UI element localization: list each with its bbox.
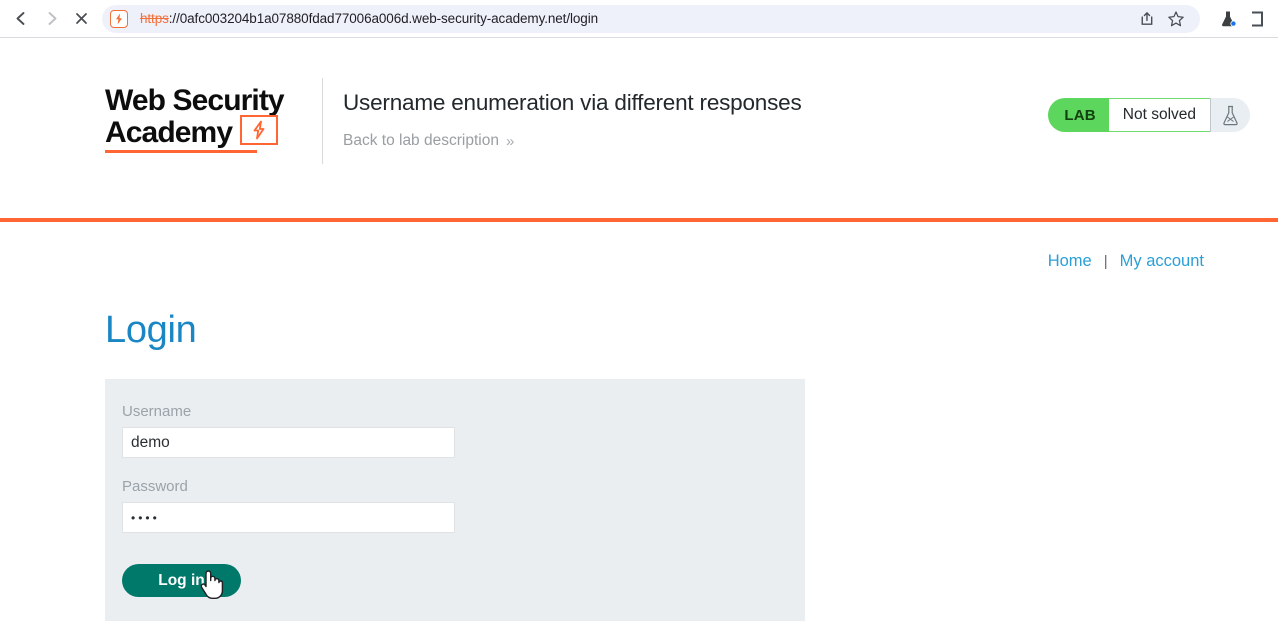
login-form-panel: Username demo Password •••• Log in — [105, 379, 805, 621]
url-rest: ://0afc003204b1a07880fdad77006a006d.web-… — [168, 11, 599, 26]
lightning-bolt-icon — [240, 115, 279, 146]
back-arrow-icon — [12, 9, 31, 28]
logo-line-2: Academy — [105, 116, 233, 149]
nav-link-home[interactable]: Home — [1048, 252, 1092, 271]
page-title: Login — [105, 309, 197, 351]
status-text: Not solved — [1108, 98, 1210, 132]
star-bookmark-icon[interactable] — [1162, 5, 1190, 33]
forward-arrow-icon — [42, 9, 61, 28]
burp-suite-flask-extension-icon[interactable] — [1214, 5, 1242, 33]
lab-flask-icon[interactable] — [1210, 98, 1250, 132]
share-icon[interactable] — [1132, 5, 1160, 33]
logo-line-1: Web Security — [105, 84, 285, 117]
back-button[interactable] — [6, 4, 36, 34]
address-bar[interactable]: https://0afc003204b1a07880fdad77006a006d… — [102, 4, 1200, 33]
academy-logo[interactable]: Web Security Academy — [105, 56, 310, 153]
username-label: Username — [122, 403, 192, 420]
username-input[interactable]: demo — [122, 427, 455, 458]
forward-button[interactable] — [36, 4, 66, 34]
extensions-area — [1208, 5, 1272, 33]
password-input[interactable]: •••• — [122, 502, 455, 533]
log-in-button[interactable]: Log in — [122, 564, 241, 597]
main-content: Login Username demo Password •••• Log in — [0, 309, 1278, 621]
extensions-puzzle-icon[interactable] — [1244, 5, 1272, 33]
academy-header: Web Security Academy Username enumeratio… — [0, 38, 1278, 178]
lab-status-widget: LAB Not solved — [1048, 98, 1250, 132]
omnibox-actions — [1132, 5, 1190, 33]
status-badge: LAB — [1048, 98, 1109, 132]
browser-toolbar: https://0afc003204b1a07880fdad77006a006d… — [0, 0, 1278, 37]
password-label: Password — [122, 478, 188, 495]
not-secure-lightning-icon[interactable] — [110, 9, 128, 28]
logo-underline — [105, 150, 257, 153]
nav-separator: | — [1103, 253, 1108, 270]
back-to-lab-description-label: Back to lab description — [343, 132, 499, 149]
nav-link-my-account[interactable]: My account — [1120, 252, 1204, 271]
page-body: Web Security Academy Username enumeratio… — [0, 38, 1278, 628]
url-text: https://0afc003204b1a07880fdad77006a006d… — [140, 11, 598, 26]
stop-x-icon — [73, 10, 90, 27]
back-to-lab-description-link[interactable]: Back to lab description » — [343, 132, 514, 150]
double-chevron-right-icon: » — [505, 132, 515, 150]
url-scheme: https — [140, 11, 169, 26]
site-nav: Home | My account — [0, 222, 1278, 271]
stop-loading-button[interactable] — [66, 4, 96, 34]
